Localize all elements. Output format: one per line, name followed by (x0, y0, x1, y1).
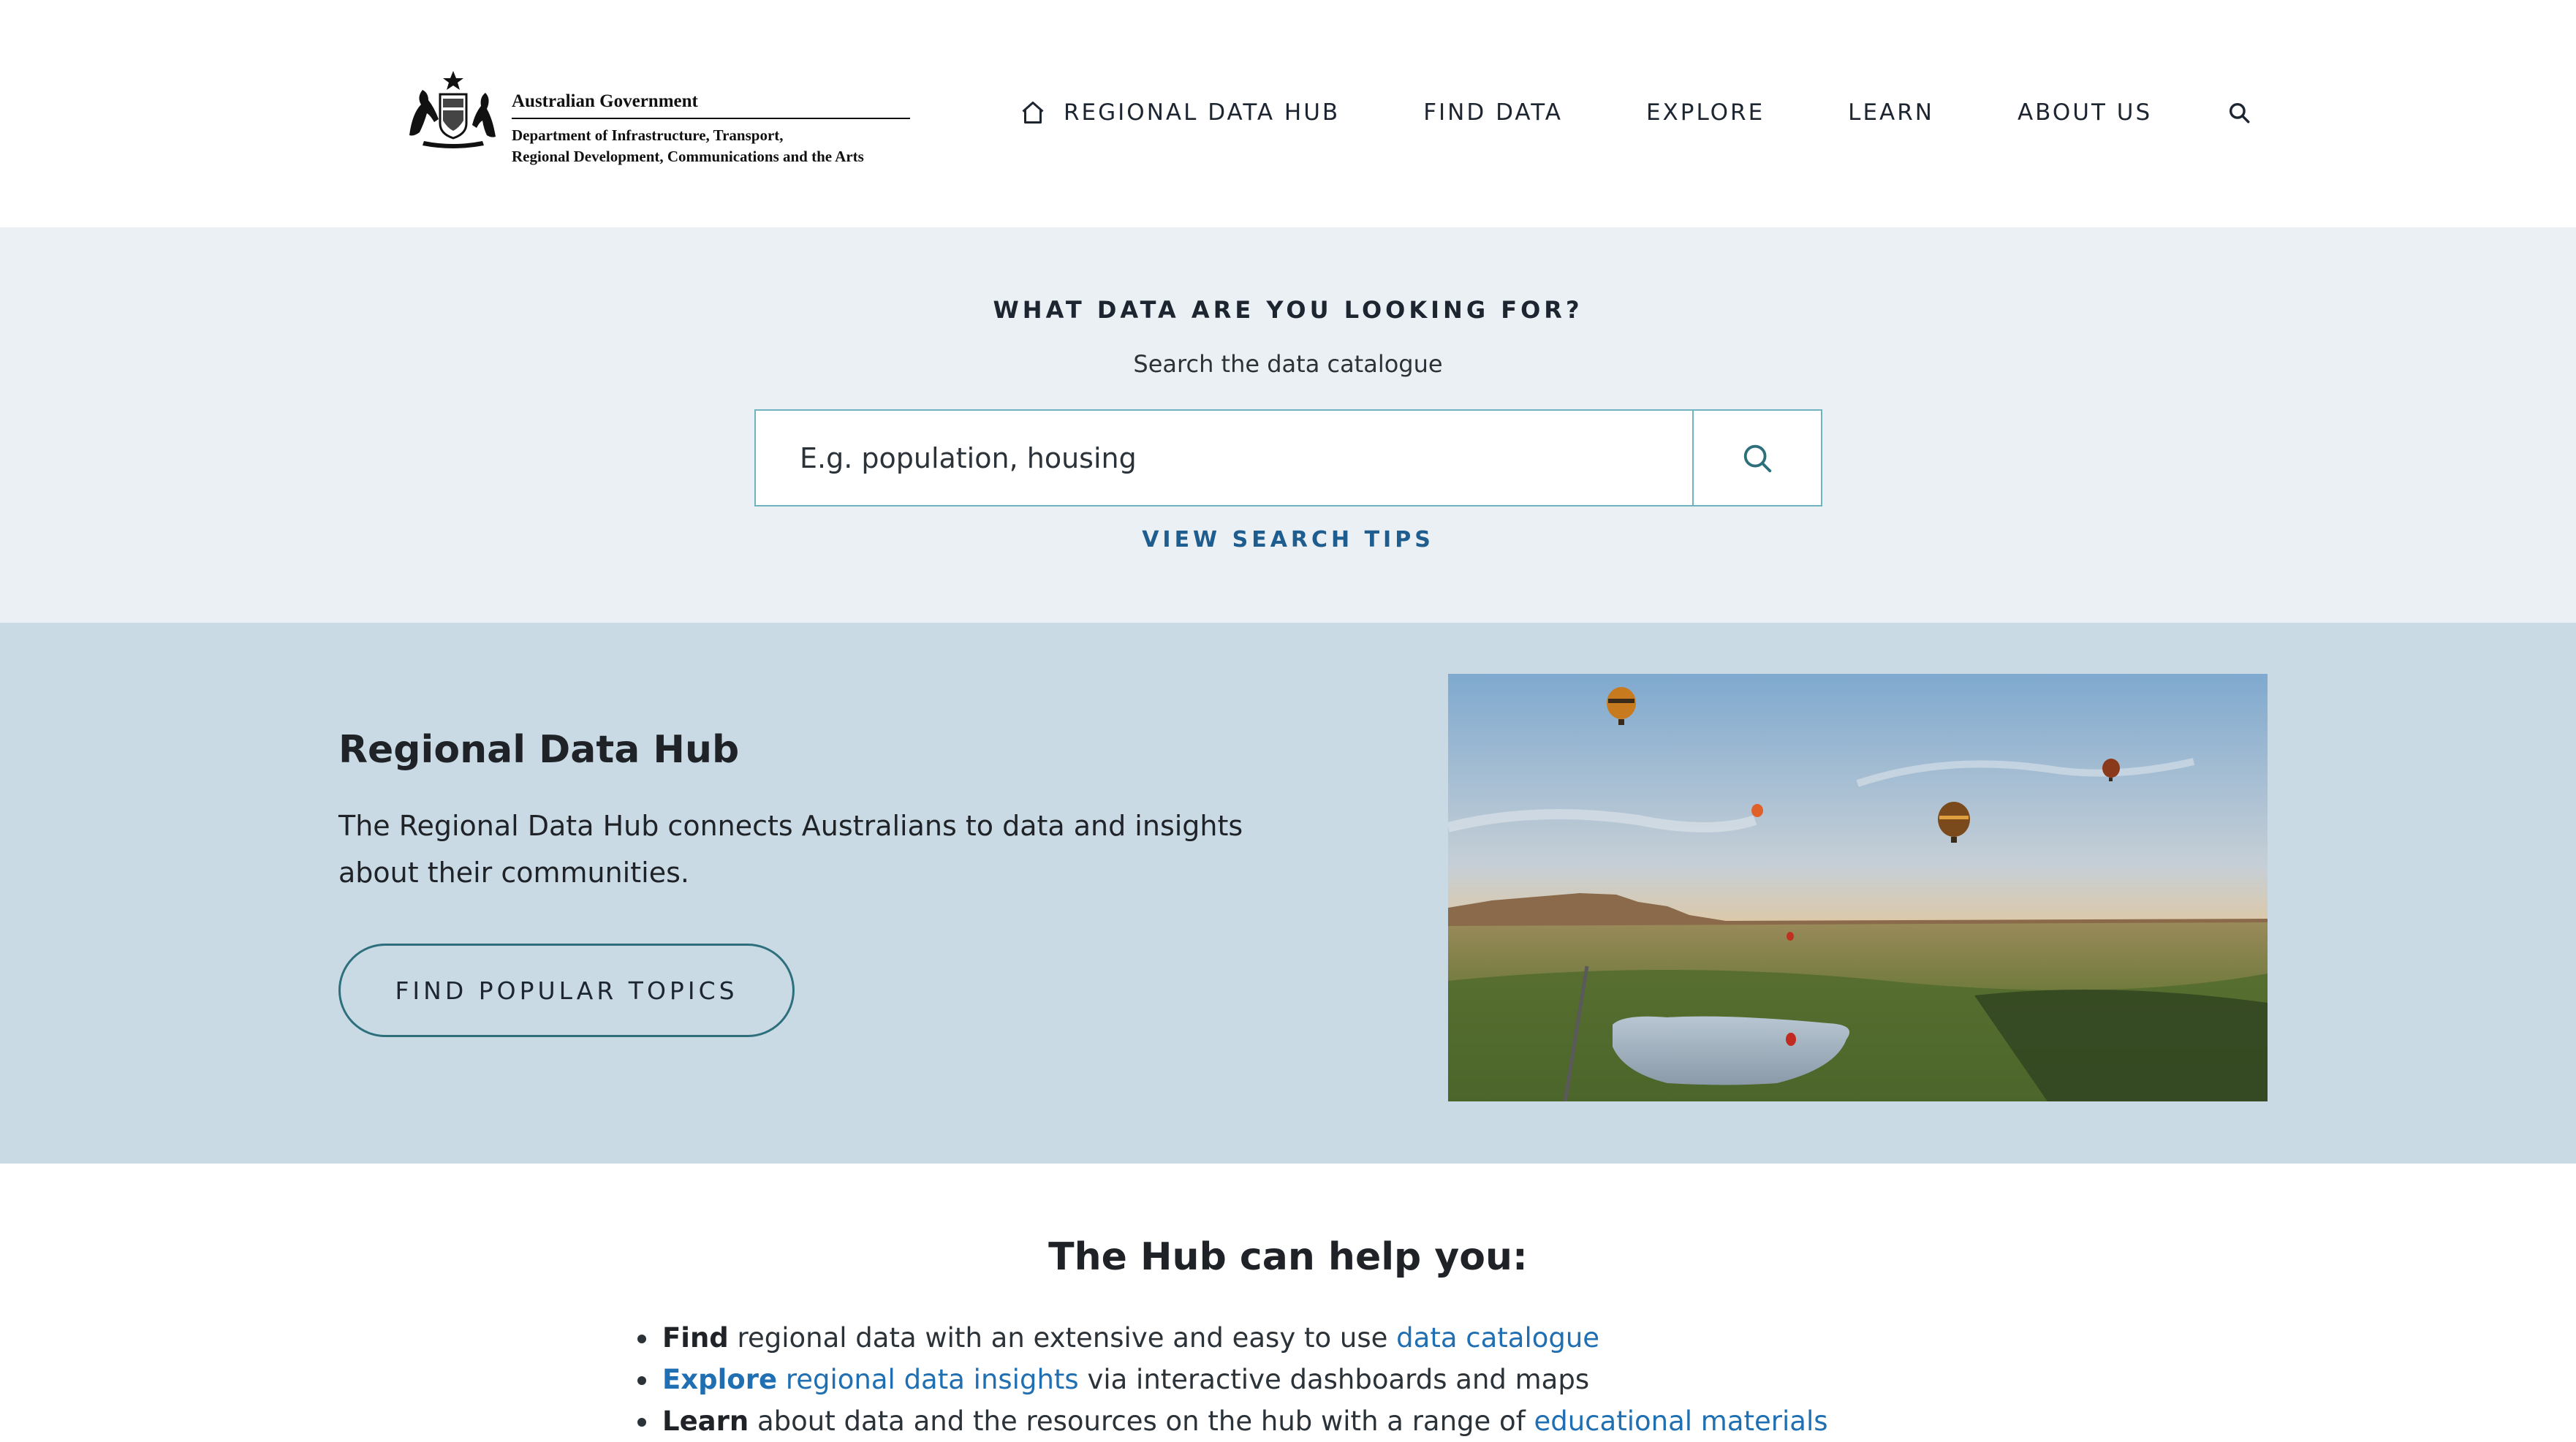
search-subheading: Search the data catalogue (1133, 350, 1443, 378)
list-item: Find regional data with an extensive and… (634, 1317, 1828, 1359)
site-header: Australian Government Department of Infr… (0, 0, 2576, 227)
catalogue-search-button[interactable] (1692, 411, 1821, 505)
catalogue-search-input[interactable] (756, 411, 1692, 505)
department-line-1: Department of Infrastructure, Transport, (512, 126, 784, 144)
regional-data-insights-link[interactable]: regional data insights (786, 1364, 1079, 1395)
hero-image-balloons-landscape (1448, 674, 2268, 1101)
landscape-illustration (1448, 674, 2268, 1101)
list-item-text: via interactive dashboards and maps (1078, 1364, 1590, 1395)
find-popular-topics-button[interactable]: FIND POPULAR TOPICS (338, 944, 795, 1037)
help-list: Find regional data with an extensive and… (634, 1317, 1828, 1442)
home-icon (1022, 102, 1044, 124)
nav-regional-data-hub[interactable]: REGIONAL DATA HUB (1020, 99, 1340, 126)
view-search-tips-link[interactable]: VIEW SEARCH TIPS (0, 527, 2576, 553)
list-item-text: regional data with an extensive and easy… (728, 1322, 1397, 1354)
search-heading: WHAT DATA ARE YOU LOOKING FOR? (993, 296, 1583, 324)
hero-description-line-2: about their communities. (338, 857, 689, 889)
data-catalogue-link[interactable]: data catalogue (1396, 1322, 1599, 1354)
hero-description-line-1: The Regional Data Hub connects Australia… (338, 810, 1243, 842)
nav-search-button[interactable] (2222, 96, 2256, 129)
nav-find-data[interactable]: FIND DATA (1423, 99, 1563, 126)
nav-home-label: REGIONAL DATA HUB (1064, 99, 1341, 126)
hero-description: The Regional Data Hub connects Australia… (338, 802, 1362, 896)
government-name: Australian Government (512, 91, 698, 111)
hero-section: Regional Data Hub The Regional Data Hub … (0, 623, 2576, 1164)
search-icon (2230, 102, 2250, 124)
list-item-lead: Find (662, 1322, 729, 1354)
nav-learn[interactable]: LEARN (1848, 99, 1934, 126)
department-name: Department of Infrastructure, Transport,… (512, 125, 921, 167)
search-section: WHAT DATA ARE YOU LOOKING FOR? Search th… (0, 227, 2576, 623)
search-box (754, 409, 1822, 506)
search-icon (1743, 444, 1772, 472)
list-item-text: about data and the resources on the hub … (749, 1405, 1534, 1437)
logo-divider (512, 118, 910, 119)
list-item: Explore regional data insights via inter… (634, 1359, 1828, 1400)
list-item-lead: Learn (662, 1405, 749, 1437)
list-item: Learn about data and the resources on th… (634, 1400, 1828, 1442)
main-nav: REGIONAL DATA HUB FIND DATA EXPLORE LEAR… (1020, 91, 2256, 134)
nav-explore[interactable]: EXPLORE (1646, 99, 1765, 126)
department-line-2: Regional Development, Communications and… (512, 148, 864, 165)
hero-title: Regional Data Hub (338, 728, 740, 772)
help-section: The Hub can help you: Find regional data… (0, 1164, 2576, 1440)
educational-materials-link[interactable]: educational materials (1534, 1405, 1827, 1437)
coat-of-arms-icon (409, 71, 496, 148)
explore-link[interactable]: Explore (662, 1364, 777, 1395)
nav-about-us[interactable]: ABOUT US (2018, 99, 2152, 126)
government-logo[interactable]: Australian Government Department of Infr… (402, 69, 914, 172)
help-title: The Hub can help you: (1048, 1235, 1528, 1279)
